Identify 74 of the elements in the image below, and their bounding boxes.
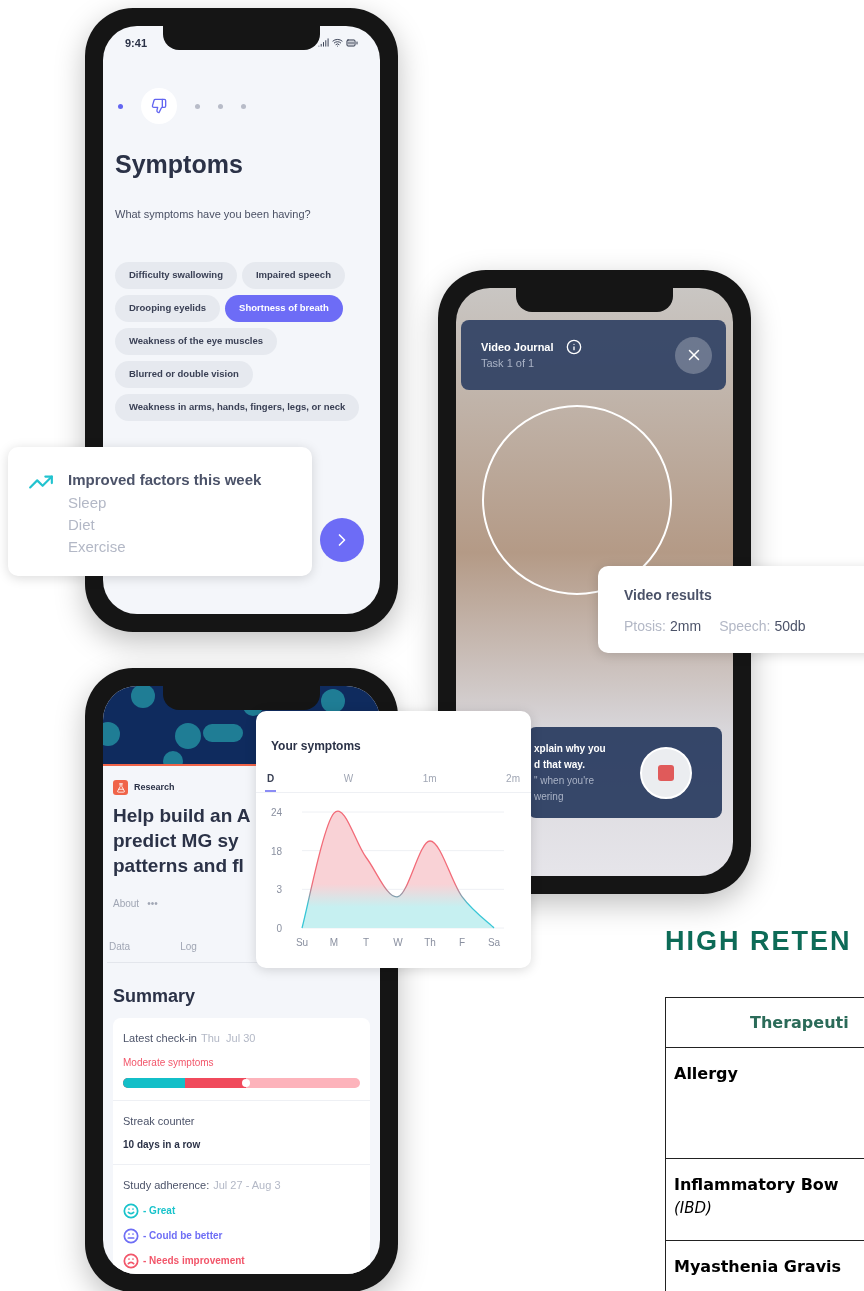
header-title: Video Journal bbox=[481, 339, 554, 355]
symptom-chip[interactable]: Impaired speech bbox=[241, 262, 345, 289]
question-text: What symptoms have you been having? bbox=[114, 206, 312, 222]
close-button[interactable] bbox=[675, 336, 712, 374]
section-heading: HIGH RETEN bbox=[665, 925, 852, 958]
date-range: Jul 27 - Aug 3 bbox=[213, 1178, 281, 1193]
factor-item: Sleep bbox=[68, 492, 108, 513]
column-header: Therapeuti bbox=[750, 1011, 849, 1034]
article-title: predict MG sy bbox=[113, 829, 239, 853]
legend-label: - Great bbox=[143, 1204, 176, 1218]
axis-label: Th bbox=[424, 937, 436, 948]
metric-label: Speech: bbox=[719, 617, 771, 636]
symptom-chip[interactable]: Drooping eyelids bbox=[115, 295, 221, 322]
stop-icon bbox=[658, 764, 674, 781]
article-title: patterns and fl bbox=[113, 854, 244, 878]
card-title: Improved factors this week bbox=[68, 470, 262, 490]
symptom-chip[interactable]: Difficulty swallowing bbox=[115, 262, 237, 289]
badge-label: Research bbox=[134, 780, 175, 794]
checkin-date: Thu Jul 30 bbox=[201, 1031, 256, 1046]
next-button[interactable] bbox=[320, 518, 364, 562]
axis-label: Sa bbox=[487, 937, 501, 948]
table-note: (IBD) bbox=[674, 1198, 713, 1219]
prompt-text: d that way. bbox=[534, 757, 586, 772]
prompt-text: wering bbox=[534, 789, 565, 804]
screen-title: Symptoms bbox=[114, 149, 244, 180]
tab[interactable]: Data bbox=[109, 939, 131, 954]
table-cell-text: Allergy bbox=[674, 1063, 739, 1085]
range-tab[interactable]: W bbox=[341, 771, 356, 792]
legend-label: - Could be better bbox=[143, 1229, 223, 1243]
factor-item: Exercise bbox=[68, 536, 127, 557]
more-icon[interactable]: ••• bbox=[147, 896, 158, 911]
symptom-chip[interactable]: Weakness of the eye muscles bbox=[115, 328, 277, 355]
symptom-chip[interactable]: Weakness in arms, hands, fingers, legs, or neck bbox=[115, 394, 360, 421]
metric-value: 2mm bbox=[670, 617, 702, 636]
axis-label: 24 bbox=[270, 807, 282, 818]
card-label: Study adherence: bbox=[123, 1178, 210, 1193]
prompt-text: " when you're bbox=[534, 773, 595, 788]
prompt-text: xplain why you bbox=[534, 741, 606, 756]
card-label: Latest check-in bbox=[123, 1031, 197, 1046]
article-title: Help build an A bbox=[113, 804, 251, 828]
range-tab[interactable]: D bbox=[265, 771, 277, 792]
axis-label: T bbox=[362, 937, 370, 948]
axis-label: Su bbox=[295, 937, 309, 948]
axis-label: W bbox=[393, 937, 403, 948]
axis-label: 18 bbox=[270, 845, 282, 857]
streak-value: 10 days in a row bbox=[123, 1138, 202, 1152]
table-cell-text: Inflammatory Bow bbox=[674, 1174, 840, 1196]
status-text: Moderate symptoms bbox=[123, 1055, 215, 1070]
table-cell-text: Myasthenia Gravis bbox=[674, 1256, 843, 1278]
info-icon[interactable] bbox=[565, 338, 582, 355]
header-subtitle: Task 1 of 1 bbox=[481, 356, 536, 371]
axis-label: 3 bbox=[276, 884, 282, 896]
axis-label: F bbox=[458, 937, 466, 948]
axis-label: 0 bbox=[276, 923, 282, 934]
range-tab[interactable]: 2m bbox=[504, 771, 522, 792]
status-time: 9:41 bbox=[125, 35, 148, 51]
card-label: Streak counter bbox=[123, 1113, 196, 1129]
metric-value: 50db bbox=[774, 617, 806, 636]
axis-label: M bbox=[329, 937, 339, 948]
record-button[interactable] bbox=[640, 746, 692, 799]
flask-icon bbox=[113, 780, 128, 795]
legend-label: - Needs improvement bbox=[143, 1254, 245, 1268]
metric-label: Ptosis: bbox=[624, 617, 666, 636]
symptom-chip[interactable]: Blurred or double vision bbox=[115, 361, 253, 388]
tab[interactable]: Log bbox=[180, 939, 197, 954]
mild-segment bbox=[123, 1077, 185, 1088]
status-icons bbox=[318, 37, 358, 49]
card-title: Your symptoms bbox=[270, 738, 362, 755]
card-title: Video results bbox=[624, 586, 713, 605]
range-tab[interactable]: 1m bbox=[420, 771, 439, 792]
symptom-chip[interactable]: Shortness of breath bbox=[225, 295, 343, 322]
factor-item: Diet bbox=[68, 514, 96, 535]
section-title: Summary bbox=[113, 985, 197, 1008]
about-link[interactable]: About bbox=[113, 896, 140, 911]
